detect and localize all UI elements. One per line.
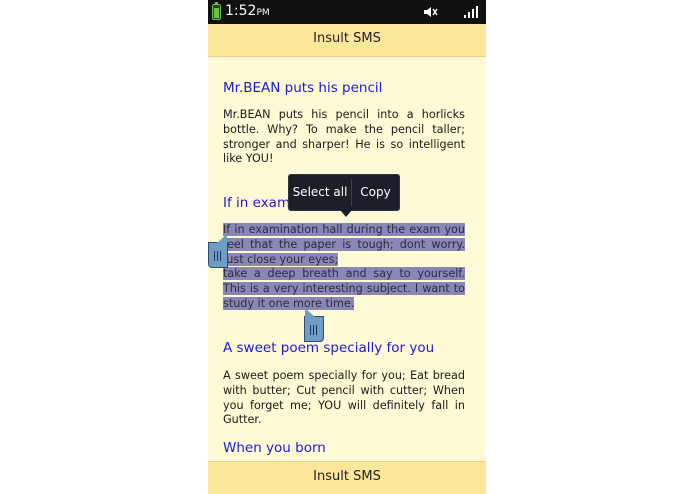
sms-title[interactable]: A sweet poem specially for you (223, 340, 434, 356)
sms-title[interactable]: When you born (223, 440, 326, 456)
selected-text[interactable]: take a deep breath and say to yourself. … (223, 267, 465, 310)
signal-icon (464, 6, 478, 18)
battery-icon (212, 2, 221, 20)
status-time: 1:52PM (225, 3, 270, 19)
sms-list[interactable]: Mr.BEAN puts his pencil Mr.BEAN puts his… (223, 56, 465, 462)
sms-title[interactable]: If in exami (223, 195, 294, 211)
selection-popup: Select all Copy (288, 174, 400, 217)
footer-title: Insult SMS (313, 469, 381, 484)
sms-title[interactable]: Mr.BEAN puts his pencil (223, 80, 382, 96)
app-title-bar: Insult SMS (208, 24, 486, 57)
popup-arrow (340, 210, 352, 217)
selection-end-handle[interactable] (304, 308, 324, 342)
app-title: Insult SMS (313, 31, 381, 46)
select-all-button[interactable]: Select all (289, 175, 351, 210)
sms-text[interactable]: Mr.BEAN puts his pencil into a horlicks … (223, 108, 465, 167)
grip-icon (214, 251, 222, 261)
phone-screen: 1:52PM Insult SMS Mr.BEAN puts his penci… (208, 0, 486, 494)
status-bar: 1:52PM (208, 0, 486, 24)
selection-start-handle[interactable] (208, 234, 228, 268)
selected-text[interactable]: If in examination hall during the exam y… (223, 223, 465, 266)
sms-text[interactable]: A sweet poem specially for you; Eat brea… (223, 369, 465, 428)
mute-icon (424, 7, 438, 17)
copy-button[interactable]: Copy (352, 175, 399, 210)
sms-text-selected[interactable]: If in examination hall during the exam y… (223, 223, 465, 312)
bottom-bar: Insult SMS (208, 461, 486, 494)
grip-icon (310, 325, 318, 335)
